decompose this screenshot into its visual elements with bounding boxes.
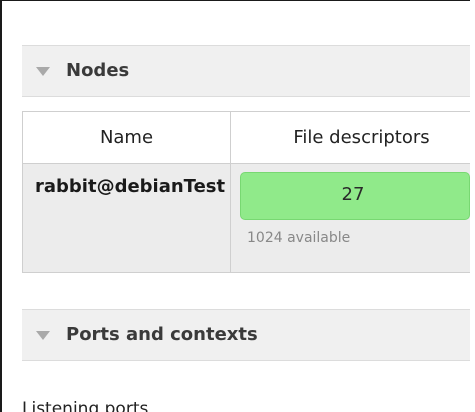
node-name-cell: rabbit@debianTest: [22, 163, 231, 273]
management-page: Nodes Name File descriptors rabbit@debia…: [0, 0, 470, 412]
node-name-link[interactable]: rabbit@debianTest: [23, 164, 230, 197]
table-header-row: Name File descriptors: [22, 111, 470, 164]
nodes-table: Name File descriptors rabbit@debianTest …: [22, 111, 470, 273]
ports-section-title: Ports and contexts: [66, 324, 258, 345]
column-header-name[interactable]: Name: [22, 111, 231, 164]
nodes-section-header[interactable]: Nodes: [22, 45, 470, 97]
file-descriptors-available-text: 1024 available: [247, 230, 351, 246]
collapse-arrow-icon[interactable]: [36, 67, 50, 76]
listening-ports-heading: Listening ports: [22, 399, 149, 412]
file-descriptors-used-value: 27: [341, 184, 365, 205]
ports-section-header[interactable]: Ports and contexts: [22, 309, 470, 361]
collapse-arrow-icon[interactable]: [36, 331, 50, 340]
table-row: rabbit@debianTest 27 1024 available: [22, 163, 470, 273]
nodes-section-title: Nodes: [66, 60, 130, 81]
column-header-file-descriptors[interactable]: File descriptors: [230, 111, 470, 164]
file-descriptors-cell: 27 1024 available: [230, 163, 470, 273]
